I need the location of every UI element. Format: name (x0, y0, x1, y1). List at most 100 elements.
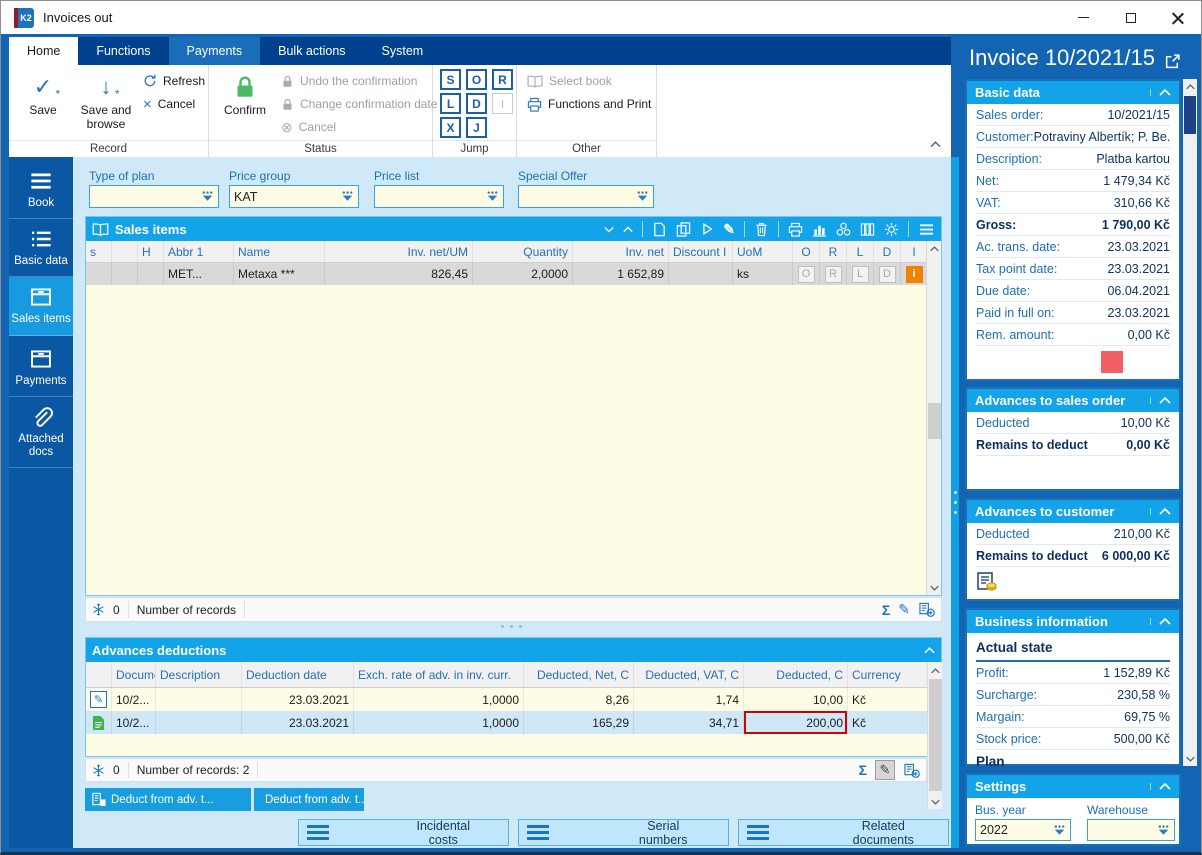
col-row-icon[interactable] (86, 662, 112, 687)
columns-icon[interactable] (860, 222, 875, 237)
save-and-browse-button[interactable]: ↓ * Save and browse (75, 70, 137, 132)
scroll-up-icon[interactable] (930, 246, 939, 252)
sales-table-row[interactable]: MET... Metaxa *** 826,45 2,0000 1 652,89… (86, 263, 928, 285)
refresh-button[interactable]: Refresh (143, 71, 205, 91)
jump-button-j[interactable]: J (466, 117, 487, 138)
sidebar-item-basic-data[interactable]: Basic data (9, 219, 73, 278)
col-r[interactable]: R (820, 241, 847, 262)
jump-button-l[interactable]: L (440, 93, 461, 114)
right-panel-scroll-thumb[interactable] (1184, 96, 1196, 134)
tab-functions[interactable]: Functions (78, 37, 168, 65)
maximize-button[interactable] (1107, 1, 1154, 34)
col-inv-net-um[interactable]: Inv. net/UM (325, 241, 473, 262)
deduct-from-advance-document-button[interactable]: Deduct from adv. t... (85, 788, 251, 811)
advances-table-row-selected[interactable]: 10/2... 23.03.2021 1,0000 165,29 34,71 2… (86, 711, 928, 734)
col-deducted-vat[interactable]: Deducted, VAT, C (634, 662, 744, 687)
col-description[interactable]: Description (156, 662, 242, 687)
sidebar-item-sales-items[interactable]: Sales items (9, 277, 73, 336)
print-icon[interactable] (788, 222, 803, 237)
confirm-button[interactable]: Confirm (221, 70, 269, 118)
chart-icon[interactable] (812, 222, 827, 237)
ribbon-collapse-button[interactable] (930, 136, 941, 154)
snowflake-icon[interactable] (92, 764, 105, 777)
jump-button-i[interactable]: I (492, 93, 513, 114)
col-discount[interactable]: Discount I (669, 241, 733, 262)
sidebar-item-book[interactable]: Book (9, 157, 73, 220)
incidental-costs-button[interactable]: Incidental costs (298, 819, 509, 847)
col-deduction-date[interactable]: Deduction date (242, 662, 354, 687)
col-h[interactable]: H (138, 241, 164, 262)
sum-icon[interactable]: Σ (882, 602, 890, 618)
price-group-dropdown[interactable]: KAT (229, 185, 359, 208)
warehouse-dropdown[interactable] (1087, 819, 1175, 841)
copy-icon[interactable] (676, 222, 691, 237)
serial-numbers-button[interactable]: Serial numbers (518, 819, 729, 847)
grid-menu-icon[interactable] (918, 222, 935, 237)
snowflake-icon[interactable] (92, 603, 105, 616)
select-book-button[interactable]: Select book (527, 71, 612, 91)
sidebar-item-attached-docs[interactable]: Attached docs (9, 397, 73, 469)
new-document-icon[interactable] (652, 222, 667, 237)
col-currency[interactable]: Currency (848, 662, 928, 687)
col-document[interactable]: Docume (112, 662, 156, 687)
jump-button-x[interactable]: X (440, 117, 461, 138)
right-panel-scrollbar[interactable] (1183, 79, 1197, 766)
related-documents-button[interactable]: Related documents (738, 819, 949, 847)
collapse-section-button[interactable] (1150, 508, 1171, 515)
special-offer-dropdown[interactable] (518, 185, 654, 208)
settings-gear-icon[interactable] (884, 222, 899, 237)
status-cancel-button[interactable]: ⊗ Cancel (281, 117, 336, 137)
bus-year-dropdown[interactable]: 2022 (975, 819, 1071, 841)
delete-icon[interactable] (754, 222, 769, 237)
advances-table-row[interactable]: ✎ 10/2... 23.03.2021 1,0000 8,26 1,74 10… (86, 688, 928, 711)
col-uom[interactable]: UoM (733, 241, 793, 262)
col-inv-net[interactable]: Inv. net (573, 241, 669, 262)
col-s[interactable]: s (86, 241, 112, 262)
sidebar-item-payments[interactable]: Payments (9, 336, 73, 397)
jump-button-s[interactable]: S (440, 69, 461, 90)
collapse-section-button[interactable] (1150, 89, 1171, 96)
collapse-section-button[interactable] (1150, 783, 1171, 790)
cell-deducted-selected[interactable]: 200,00 (744, 711, 848, 734)
sales-scroll-thumb[interactable] (928, 403, 941, 439)
scroll-up-icon[interactable] (931, 668, 940, 674)
type-of-plan-dropdown[interactable] (89, 185, 219, 208)
tab-system[interactable]: System (364, 37, 442, 65)
undo-confirmation-button[interactable]: Undo the confirmation (281, 71, 417, 91)
change-confirmation-date-button[interactable]: Change confirmation date (281, 94, 437, 114)
functions-and-print-button[interactable]: Functions and Print (527, 94, 651, 114)
deduct-from-advance-customer-button[interactable]: Deduct from adv. t... (254, 788, 364, 811)
advances-scrollbar[interactable] (927, 663, 942, 809)
add-document-icon[interactable] (918, 602, 935, 617)
collapse-section-button[interactable] (1150, 397, 1171, 404)
col-i[interactable]: I (901, 241, 928, 262)
functions-icon[interactable] (836, 222, 851, 237)
expand-panel-icon[interactable] (1164, 53, 1181, 70)
col-deducted[interactable]: Deducted, C (744, 662, 848, 687)
sales-scrollbar[interactable] (926, 241, 941, 595)
tab-home[interactable]: Home (9, 37, 79, 65)
jump-button-o[interactable]: O (466, 69, 487, 90)
caret-up-icon[interactable] (623, 226, 633, 233)
jump-button-r[interactable]: R (492, 69, 513, 90)
scroll-up-icon[interactable] (1186, 84, 1195, 90)
edit-icon[interactable]: ✎ (898, 601, 910, 618)
col-d[interactable]: D (874, 241, 901, 262)
col-name[interactable]: Name (234, 241, 325, 262)
advances-scroll-thumb[interactable] (929, 679, 942, 791)
vertical-splitter[interactable] (951, 157, 959, 848)
tab-payments[interactable]: Payments (168, 37, 261, 65)
edit-icon[interactable]: ✎ (723, 221, 735, 238)
scroll-down-icon[interactable] (931, 799, 940, 805)
run-icon[interactable] (700, 222, 714, 236)
col-blank[interactable] (112, 241, 138, 262)
close-button[interactable] (1154, 1, 1201, 34)
caret-down-icon[interactable] (604, 226, 614, 233)
collapse-section-icon[interactable] (924, 647, 935, 654)
tab-bulk-actions[interactable]: Bulk actions (260, 37, 363, 65)
col-abbr1[interactable]: Abbr 1 (164, 241, 234, 262)
col-exch-rate[interactable]: Exch. rate of adv. in inv. curr. (354, 662, 524, 687)
collapse-section-button[interactable] (1150, 618, 1171, 625)
col-o[interactable]: O (793, 241, 820, 262)
minimize-button[interactable] (1060, 1, 1107, 34)
